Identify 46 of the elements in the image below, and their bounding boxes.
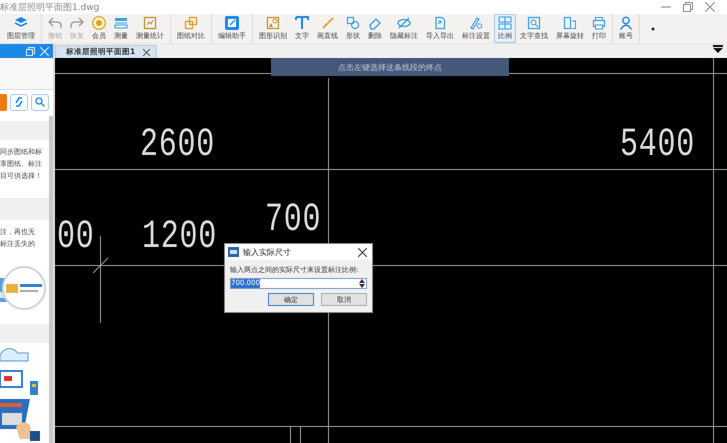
restore-icon bbox=[683, 2, 693, 12]
spinner-icon bbox=[359, 279, 365, 288]
text-t-icon bbox=[295, 16, 309, 30]
undo-icon bbox=[48, 16, 62, 30]
overlap-squares-icon bbox=[184, 16, 198, 30]
scale-icon bbox=[498, 16, 512, 30]
close-icon bbox=[40, 46, 49, 56]
dimension-text: 00 bbox=[57, 218, 94, 258]
status-hint: 点击左键选择这条线段的终点 bbox=[271, 58, 509, 76]
scrollbar[interactable] bbox=[49, 116, 53, 443]
search-button[interactable] bbox=[31, 94, 49, 111]
pen-gear-icon bbox=[469, 16, 483, 30]
close-icon bbox=[143, 48, 150, 56]
search-icon bbox=[35, 97, 45, 108]
restore-button[interactable] bbox=[683, 2, 693, 12]
dropdown-icon bbox=[713, 45, 723, 53]
layers-icon bbox=[14, 16, 28, 30]
search-document-icon bbox=[527, 16, 541, 30]
eraser-icon bbox=[368, 16, 382, 30]
rotate-screen-icon bbox=[563, 16, 577, 30]
ruler-icon bbox=[114, 16, 128, 30]
eye-slash-icon bbox=[397, 16, 411, 30]
printer-icon bbox=[592, 16, 606, 30]
redo-icon bbox=[70, 16, 84, 30]
dimension-text: 2600 bbox=[140, 126, 215, 166]
diagonal-line-icon bbox=[320, 16, 334, 30]
user-icon bbox=[619, 16, 633, 30]
close-button[interactable] bbox=[705, 2, 715, 12]
shapes-icon bbox=[346, 16, 360, 30]
shape-recognition-icon bbox=[266, 16, 280, 30]
dimension-text: 5400 bbox=[620, 126, 695, 166]
refresh-icon bbox=[14, 97, 24, 108]
import-export-icon bbox=[433, 16, 447, 30]
chart-frame-icon bbox=[143, 16, 157, 30]
refresh-button[interactable] bbox=[10, 94, 28, 111]
dimension-text: 1200 bbox=[142, 218, 217, 258]
restore-icon bbox=[26, 46, 35, 56]
close-icon bbox=[705, 2, 715, 12]
more-icon bbox=[650, 26, 656, 32]
action-button[interactable] bbox=[0, 94, 7, 111]
dimension-text: 700 bbox=[265, 201, 322, 241]
close-icon bbox=[358, 248, 367, 256]
window-title: 标准层照明平面图1.dwg bbox=[0, 2, 100, 14]
edit-document-icon bbox=[225, 16, 239, 30]
app-icon bbox=[228, 247, 239, 257]
dialog-title: 输入实际尺寸 bbox=[243, 246, 292, 258]
